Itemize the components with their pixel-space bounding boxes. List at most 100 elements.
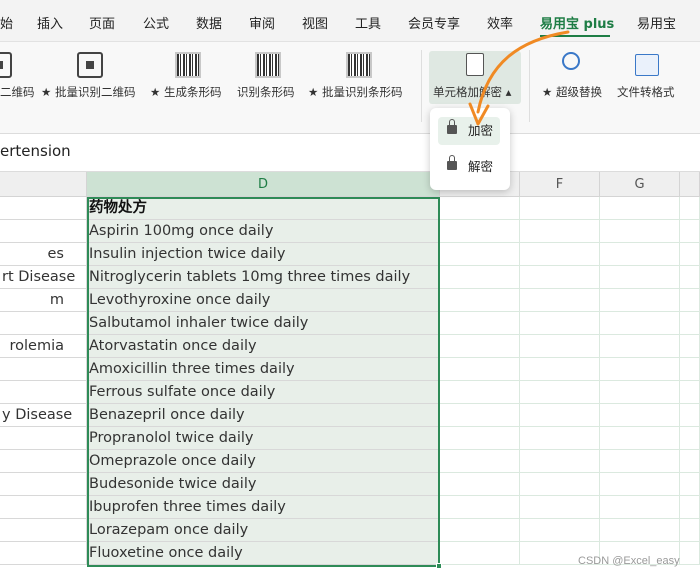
- cell-d[interactable]: Atorvastatin once daily: [87, 335, 440, 358]
- empty-cell[interactable]: [440, 473, 520, 496]
- super-replace-button[interactable]: ★ 超级替换: [542, 84, 602, 100]
- cell-c[interactable]: rolemia: [0, 335, 87, 358]
- empty-cell[interactable]: [600, 427, 680, 450]
- empty-cell[interactable]: [520, 335, 600, 358]
- empty-cell[interactable]: [600, 473, 680, 496]
- empty-cell[interactable]: [440, 335, 520, 358]
- formula-bar-value[interactable]: ertension: [0, 142, 71, 160]
- cell-c[interactable]: y Disease: [0, 404, 87, 427]
- empty-cell[interactable]: [680, 427, 700, 450]
- empty-cell[interactable]: [680, 335, 700, 358]
- file-convert-icon[interactable]: [635, 54, 659, 76]
- empty-cell[interactable]: [520, 519, 600, 542]
- column-header-c[interactable]: [0, 172, 87, 197]
- file-convert-button[interactable]: 文件转格式: [617, 84, 675, 100]
- ribbon-recognize-barcode-button[interactable]: 识别条形码: [237, 84, 295, 100]
- empty-cell[interactable]: [520, 197, 600, 220]
- empty-cell[interactable]: [680, 450, 700, 473]
- empty-cell[interactable]: [440, 404, 520, 427]
- cell-d[interactable]: Insulin injection twice daily: [87, 243, 440, 266]
- tab-page[interactable]: 页面: [89, 13, 115, 32]
- cell-d[interactable]: Amoxicillin three times daily: [87, 358, 440, 381]
- empty-cell[interactable]: [440, 496, 520, 519]
- empty-cell[interactable]: [440, 542, 520, 565]
- empty-cell[interactable]: [520, 450, 600, 473]
- empty-cell[interactable]: [440, 450, 520, 473]
- cell-c[interactable]: [0, 473, 87, 496]
- super-replace-icon[interactable]: [562, 52, 588, 78]
- cell-c[interactable]: [0, 220, 87, 243]
- ribbon-batch-barcode-button[interactable]: ★ 批量识别条形码: [308, 84, 402, 100]
- empty-cell[interactable]: [680, 404, 700, 427]
- tab-insert[interactable]: 插入: [37, 13, 63, 32]
- empty-cell[interactable]: [440, 289, 520, 312]
- empty-cell[interactable]: [680, 220, 700, 243]
- cell-d[interactable]: Lorazepam once daily: [87, 519, 440, 542]
- cell-encrypt-button[interactable]: 单元格加解密 ▴: [433, 84, 511, 100]
- column-header-f[interactable]: F: [520, 172, 600, 197]
- tab-data[interactable]: 数据: [196, 13, 222, 32]
- cell-c[interactable]: [0, 542, 87, 565]
- column-d-header-cell[interactable]: 药物处方: [87, 197, 440, 220]
- empty-cell[interactable]: [520, 404, 600, 427]
- barcode-batch-icon[interactable]: [346, 52, 372, 78]
- empty-cell[interactable]: [680, 197, 700, 220]
- cell-c[interactable]: [0, 197, 87, 220]
- tab-yiyongbao-plus[interactable]: 易用宝 plus: [540, 13, 614, 32]
- cell-c[interactable]: [0, 312, 87, 335]
- empty-cell[interactable]: [680, 243, 700, 266]
- empty-cell[interactable]: [440, 358, 520, 381]
- column-header-d[interactable]: D: [87, 172, 440, 197]
- empty-cell[interactable]: [600, 358, 680, 381]
- menu-item-encrypt[interactable]: 加密: [438, 117, 500, 145]
- fill-handle[interactable]: [436, 563, 442, 569]
- cell-d[interactable]: Budesonide twice daily: [87, 473, 440, 496]
- empty-cell[interactable]: [600, 381, 680, 404]
- empty-cell[interactable]: [440, 220, 520, 243]
- tab-review[interactable]: 审阅: [249, 13, 275, 32]
- cell-c[interactable]: [0, 381, 87, 404]
- cell-d[interactable]: Omeprazole once daily: [87, 450, 440, 473]
- cell-c[interactable]: [0, 496, 87, 519]
- cell-c[interactable]: m: [0, 289, 87, 312]
- empty-cell[interactable]: [600, 335, 680, 358]
- empty-cell[interactable]: [440, 519, 520, 542]
- empty-cell[interactable]: [520, 473, 600, 496]
- ribbon-qr-label[interactable]: 二维码: [0, 84, 35, 100]
- cell-d[interactable]: Salbutamol inhaler twice daily: [87, 312, 440, 335]
- cell-d[interactable]: Aspirin 100mg once daily: [87, 220, 440, 243]
- empty-cell[interactable]: [600, 496, 680, 519]
- empty-cell[interactable]: [600, 266, 680, 289]
- empty-cell[interactable]: [520, 358, 600, 381]
- cell-c[interactable]: [0, 519, 87, 542]
- cell-c[interactable]: [0, 358, 87, 381]
- cell-encrypt-icon[interactable]: [466, 53, 484, 76]
- cell-c[interactable]: [0, 450, 87, 473]
- qr-scan-icon[interactable]: [77, 52, 103, 78]
- empty-cell[interactable]: [440, 197, 520, 220]
- cell-d[interactable]: Propranolol twice daily: [87, 427, 440, 450]
- empty-cell[interactable]: [680, 312, 700, 335]
- empty-cell[interactable]: [520, 496, 600, 519]
- tab-tools[interactable]: 工具: [355, 13, 381, 32]
- column-header-h[interactable]: [680, 172, 700, 197]
- empty-cell[interactable]: [680, 496, 700, 519]
- barcode-scan-icon[interactable]: [255, 52, 281, 78]
- empty-cell[interactable]: [600, 289, 680, 312]
- empty-cell[interactable]: [440, 381, 520, 404]
- empty-cell[interactable]: [520, 266, 600, 289]
- empty-cell[interactable]: [520, 289, 600, 312]
- column-header-g[interactable]: G: [600, 172, 680, 197]
- empty-cell[interactable]: [440, 266, 520, 289]
- empty-cell[interactable]: [440, 312, 520, 335]
- cell-d[interactable]: Fluoxetine once daily: [87, 542, 440, 565]
- empty-cell[interactable]: [600, 312, 680, 335]
- cell-d[interactable]: Ferrous sulfate once daily: [87, 381, 440, 404]
- empty-cell[interactable]: [520, 381, 600, 404]
- formula-bar[interactable]: ertension: [0, 134, 700, 172]
- ribbon-generate-barcode-button[interactable]: ★ 生成条形码: [150, 84, 221, 100]
- tab-view[interactable]: 视图: [302, 13, 328, 32]
- empty-cell[interactable]: [680, 519, 700, 542]
- empty-cell[interactable]: [680, 542, 700, 565]
- empty-cell[interactable]: [520, 220, 600, 243]
